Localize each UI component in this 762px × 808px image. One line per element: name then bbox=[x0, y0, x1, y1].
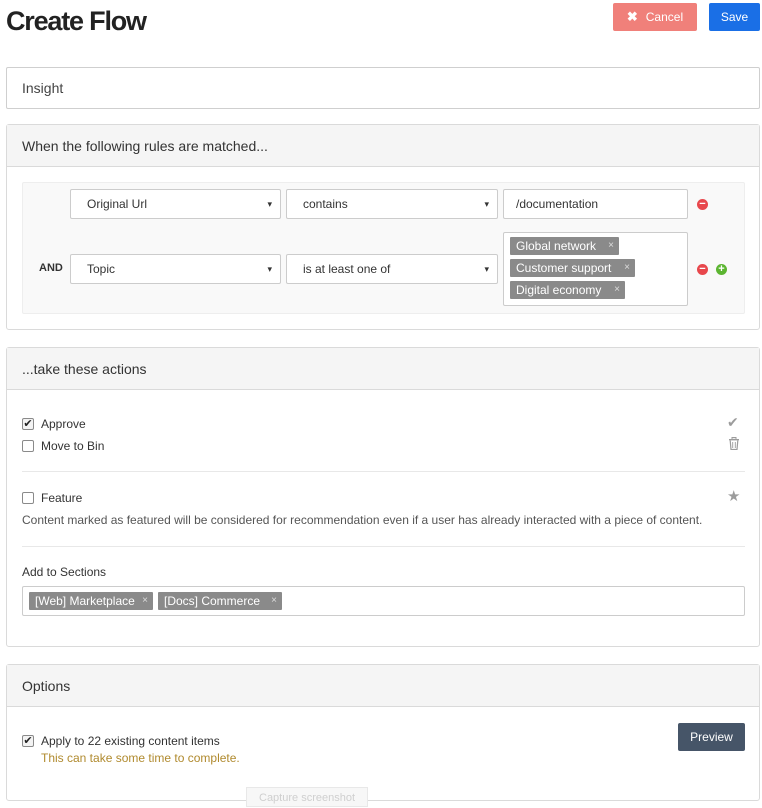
close-icon: ✖ bbox=[626, 9, 638, 24]
rule-operator-value: contains bbox=[303, 197, 348, 211]
rule-field-select[interactable]: Topic ▾ bbox=[70, 254, 281, 284]
flow-name-input[interactable] bbox=[6, 67, 760, 109]
check-icon: ✔ bbox=[727, 414, 739, 430]
feature-checkbox[interactable] bbox=[22, 492, 34, 504]
apply-existing-checkbox[interactable]: ✔ bbox=[22, 735, 34, 747]
chevron-down-icon: ▾ bbox=[484, 199, 489, 209]
rules-heading: When the following rules are matched... bbox=[7, 125, 759, 167]
preview-button[interactable]: Preview bbox=[678, 723, 745, 751]
rule-field-value: Original Url bbox=[87, 197, 148, 211]
tag-remove-icon[interactable]: × bbox=[624, 259, 630, 277]
divider bbox=[22, 546, 745, 547]
rule-operator-select[interactable]: is at least one of ▾ bbox=[286, 254, 498, 284]
tag-label: Digital economy bbox=[516, 283, 602, 297]
capture-screenshot-button[interactable]: Capture screenshot bbox=[246, 787, 368, 807]
tag-label: Customer support bbox=[516, 261, 612, 275]
cancel-button[interactable]: ✖ Cancel bbox=[613, 3, 697, 31]
tag-remove-icon[interactable]: × bbox=[614, 281, 620, 299]
apply-note: This can take some time to complete. bbox=[41, 751, 240, 765]
approve-checkbox[interactable]: ✔ bbox=[22, 418, 34, 430]
cancel-label: Cancel bbox=[645, 10, 684, 24]
trash-icon bbox=[728, 437, 740, 453]
remove-rule-icon[interactable]: − bbox=[697, 264, 708, 275]
rules-panel: When the following rules are matched... … bbox=[6, 124, 760, 330]
tag: Global network × bbox=[510, 237, 619, 255]
chevron-down-icon: ▾ bbox=[484, 264, 489, 274]
add-rule-icon[interactable]: + bbox=[716, 264, 727, 275]
chevron-down-icon: ▾ bbox=[267, 264, 272, 274]
rule-tags-input[interactable]: Global network × Customer support × Digi… bbox=[503, 232, 688, 306]
save-button[interactable]: Save bbox=[709, 3, 760, 31]
rules-container: Original Url ▾ contains ▾ − AND Topic ▾ … bbox=[22, 182, 745, 314]
star-icon: ★ bbox=[727, 488, 741, 505]
tag-label: [Web] Marketplace bbox=[35, 594, 135, 608]
feature-description: Content marked as featured will be consi… bbox=[22, 513, 703, 527]
move-to-bin-label: Move to Bin bbox=[41, 439, 105, 453]
divider bbox=[22, 471, 745, 472]
options-panel: Options ✔ Apply to 22 existing content i… bbox=[6, 664, 760, 801]
chevron-down-icon: ▾ bbox=[267, 199, 272, 209]
tag-remove-icon[interactable]: × bbox=[608, 237, 614, 255]
rule-value-input[interactable] bbox=[503, 189, 688, 219]
approve-label: Approve bbox=[41, 417, 86, 431]
rule-field-select[interactable]: Original Url ▾ bbox=[70, 189, 281, 219]
move-to-bin-checkbox[interactable] bbox=[22, 440, 34, 452]
rule-operator-select[interactable]: contains ▾ bbox=[286, 189, 498, 219]
sections-label: Add to Sections bbox=[22, 565, 107, 579]
options-heading: Options bbox=[7, 665, 759, 707]
rule-connector: AND bbox=[39, 262, 63, 274]
tag: [Docs] Commerce × bbox=[158, 592, 282, 610]
actions-panel: ...take these actions ✔ Approve ✔ Move t… bbox=[6, 347, 760, 647]
tag-remove-icon[interactable]: × bbox=[271, 592, 277, 610]
tag: Customer support × bbox=[510, 259, 635, 277]
tag: [Web] Marketplace × bbox=[29, 592, 153, 610]
page-title: Create Flow bbox=[6, 6, 147, 36]
rule-operator-value: is at least one of bbox=[303, 262, 391, 276]
tag-label: [Docs] Commerce bbox=[164, 594, 261, 608]
apply-existing-label: Apply to 22 existing content items bbox=[41, 734, 220, 748]
remove-rule-icon[interactable]: − bbox=[697, 199, 708, 210]
sections-tags-input[interactable]: [Web] Marketplace × [Docs] Commerce × bbox=[22, 586, 745, 616]
tag: Digital economy × bbox=[510, 281, 625, 299]
tag-remove-icon[interactable]: × bbox=[142, 592, 148, 610]
tag-label: Global network bbox=[516, 239, 597, 253]
feature-label: Feature bbox=[41, 491, 83, 505]
actions-heading: ...take these actions bbox=[7, 348, 759, 390]
rule-field-value: Topic bbox=[87, 262, 116, 276]
